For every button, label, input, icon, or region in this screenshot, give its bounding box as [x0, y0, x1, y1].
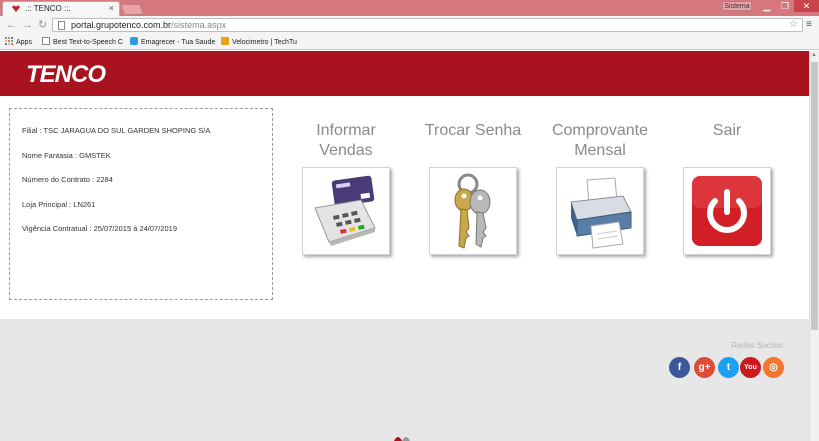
numero-contrato-text: Número do Contrato : 2284 [22, 175, 113, 184]
reload-icon[interactable]: ↻ [38, 19, 47, 31]
url-text[interactable]: portal.grupotenco.com.br/sistema.aspx [71, 20, 226, 30]
tab-title: .:: TENCO ::. [25, 4, 71, 13]
comprovante-mensal-action[interactable]: Comprovante Mensal [535, 121, 665, 255]
label-line: Mensal [574, 142, 626, 159]
bookmark-apps[interactable]: Apps [5, 37, 32, 46]
url-host: portal.grupotenco.com.br [71, 20, 172, 30]
keys-icon [454, 173, 491, 249]
filial-text: Filial : TSC JARAGUA DO SUL GARDEN SHOPI… [22, 126, 211, 135]
maximize-icon[interactable]: ❐ [774, 0, 796, 12]
bookmark-label: Emagrecer - Tua Saude [141, 39, 216, 46]
techtudo-icon [221, 37, 229, 45]
google-plus-icon[interactable]: g+ [694, 357, 715, 378]
browser-toolbar: ← → ↻ portal.grupotenco.com.br/sistema.a… [0, 16, 819, 34]
card-terminal-icon [314, 175, 376, 246]
sair-label[interactable]: Sair [662, 121, 792, 163]
bookmarks-bar: Apps Best Text-to-Speech C Emagrecer - T… [0, 34, 819, 50]
label-line: Informar [316, 122, 376, 139]
social-label: Redes Sociais: [731, 341, 785, 350]
informar-vendas-button[interactable] [302, 167, 390, 255]
bookmark-tts[interactable]: Best Text-to-Speech C [42, 37, 123, 46]
comprovante-mensal-button[interactable] [556, 167, 644, 255]
site-footer: Redes Sociais: f g+ t You ◎ [0, 319, 809, 441]
bookmark-velocimetro[interactable]: Velocimetro | TechTu [221, 37, 297, 46]
nome-fantasia-text: Nome Fantasia : GMSTEK [22, 151, 111, 160]
twitter-icon[interactable]: t [718, 357, 739, 378]
tenco-favicon-icon [12, 5, 20, 12]
bookmark-label: Best Text-to-Speech C [53, 39, 123, 46]
site-header: TENCO [0, 51, 809, 96]
bookmark-label: Apps [16, 39, 32, 46]
informar-vendas-action[interactable]: Informar Vendas [281, 121, 411, 255]
back-icon[interactable]: ← [6, 19, 17, 31]
browser-tab[interactable]: .:: TENCO ::. × [2, 1, 120, 16]
sair-button[interactable] [683, 167, 771, 255]
window-close-icon[interactable]: ✕ [794, 0, 819, 12]
trocar-senha-action[interactable]: Trocar Senha [408, 121, 538, 255]
page: TENCO Filial : TSC JARAGUA DO SUL GARDEN… [0, 51, 809, 441]
page-icon [42, 37, 50, 45]
address-bar[interactable]: portal.grupotenco.com.br/sistema.aspx ☆ [52, 18, 803, 32]
bookmark-label: Velocimetro | TechTu [232, 39, 297, 46]
trocar-senha-label[interactable]: Trocar Senha [408, 121, 538, 163]
tab-close-icon[interactable]: × [109, 3, 114, 13]
page-scrollbar[interactable]: ▲ [809, 51, 819, 441]
footer-logo-mark-icon [394, 437, 410, 441]
contract-info-box: Filial : TSC JARAGUA DO SUL GARDEN SHOPI… [9, 108, 273, 300]
label-line: Comprovante [551, 122, 649, 139]
vigencia-text: Vigência Contratual : 25/07/2015 à 24/07… [22, 224, 177, 233]
page-icon [58, 21, 65, 30]
bookmark-star-icon[interactable]: ☆ [789, 19, 798, 30]
informar-vendas-label[interactable]: Informar Vendas [281, 121, 411, 163]
youtube-icon[interactable]: You [740, 357, 761, 378]
system-user-badge[interactable]: Sistema [722, 1, 752, 11]
trocar-senha-button[interactable] [429, 167, 517, 255]
apps-grid-icon [5, 37, 13, 45]
chrome-menu-icon[interactable]: ≡ [806, 19, 812, 30]
sair-action[interactable]: Sair [662, 121, 792, 255]
scrollbar-thumb[interactable] [811, 62, 818, 330]
facebook-icon[interactable]: f [669, 357, 690, 378]
forward-icon[interactable]: → [22, 19, 33, 31]
plus-icon [130, 37, 138, 45]
label-line: Vendas [319, 142, 373, 159]
scroll-up-icon[interactable]: ▲ [811, 52, 817, 58]
bookmark-emagrecer[interactable]: Emagrecer - Tua Saude [130, 37, 215, 46]
loja-principal-text: Loja Principal : LN261 [22, 200, 96, 209]
instagram-icon[interactable]: ◎ [763, 357, 784, 378]
comprovante-mensal-label[interactable]: Comprovante Mensal [535, 121, 665, 163]
tenco-logo[interactable]: TENCO [26, 61, 106, 89]
url-path: /sistema.aspx [171, 20, 227, 30]
browser-titlebar: .:: TENCO ::. × Sistema ▁ ❐ ✕ [0, 0, 819, 16]
power-icon [692, 176, 762, 246]
new-tab-button[interactable] [119, 4, 145, 15]
printer-icon [570, 177, 632, 249]
